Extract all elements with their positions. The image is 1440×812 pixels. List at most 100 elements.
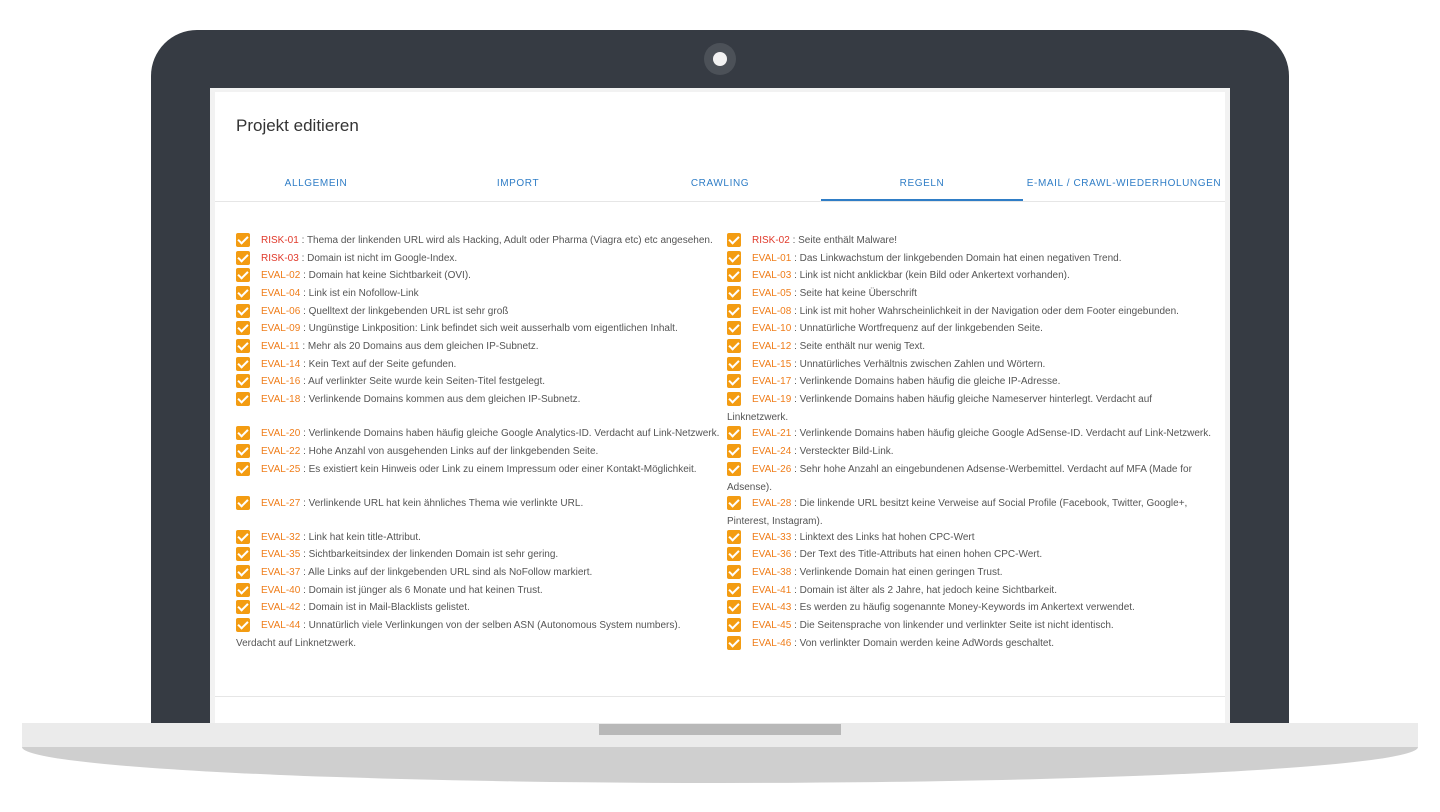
- rule-code: EVAL-24: [752, 446, 792, 457]
- rule-description: : Thema der linkenden URL wird als Hacki…: [298, 235, 713, 246]
- rule-checkbox[interactable]: [727, 530, 741, 544]
- rule-checkbox[interactable]: [727, 444, 741, 458]
- tab-allgemein[interactable]: ALLGEMEIN: [215, 170, 417, 199]
- rule-checkbox[interactable]: [236, 462, 250, 476]
- rule-code: EVAL-28: [752, 498, 792, 509]
- rule-description: : Verlinkende Domains haben häufig gleic…: [300, 428, 720, 439]
- rule-text: EVAL-33 : Linktext des Links hat hohen C…: [752, 529, 1222, 547]
- rule-checkbox[interactable]: [236, 426, 250, 440]
- rule-checkbox[interactable]: [727, 321, 741, 335]
- rule-checkbox[interactable]: [236, 530, 250, 544]
- rule-code: EVAL-20: [261, 428, 301, 439]
- rule-checkbox[interactable]: [727, 496, 741, 510]
- rule-text: EVAL-41 : Domain ist älter als 2 Jahre, …: [752, 582, 1222, 600]
- rule-checkbox[interactable]: [727, 392, 741, 406]
- rule-description: : Sichtbarkeitsindex der linkenden Domai…: [300, 549, 559, 560]
- rule-checkbox[interactable]: [236, 583, 250, 597]
- rule-description: : Von verlinkter Domain werden keine AdW…: [791, 638, 1055, 649]
- rule-code: EVAL-12: [752, 341, 792, 352]
- rule-checkbox[interactable]: [727, 600, 741, 614]
- rule-checkbox[interactable]: [236, 268, 250, 282]
- rule-code: EVAL-19: [752, 394, 792, 405]
- rule-checkbox[interactable]: [727, 426, 741, 440]
- rule-checkbox[interactable]: [727, 565, 741, 579]
- rule-description: : Verlinkende URL hat kein ähnliches The…: [300, 498, 584, 509]
- rule-description: : Versteckter Bild-Link.: [791, 446, 894, 457]
- rule-checkbox[interactable]: [236, 251, 250, 265]
- rule-description: : Verlinkende Domains haben häufig gleic…: [791, 394, 1153, 405]
- tab-email-crawl-wiederholungen[interactable]: E-MAIL / CRAWL-WIEDERHOLUNGEN: [1023, 170, 1225, 199]
- rule-checkbox[interactable]: [236, 357, 250, 371]
- rule-checkbox[interactable]: [727, 357, 741, 371]
- rule-checkbox[interactable]: [236, 321, 250, 335]
- laptop-screen: Projekt editieren ALLGEMEIN IMPORT CRAWL…: [210, 88, 1230, 724]
- rule-code: EVAL-43: [752, 602, 792, 613]
- rule-checkbox[interactable]: [727, 286, 741, 300]
- rule-checkbox[interactable]: [727, 374, 741, 388]
- rule-text: EVAL-09 : Ungünstige Linkposition: Link …: [261, 320, 731, 338]
- rule-description: : Verlinkende Domain hat einen geringen …: [791, 567, 1003, 578]
- rule-description: : Die linkende URL besitzt keine Verweis…: [791, 498, 1188, 509]
- rule-description: : Seite enthält nur wenig Text.: [791, 341, 926, 352]
- rule-checkbox[interactable]: [236, 565, 250, 579]
- rule-code: EVAL-22: [261, 446, 301, 457]
- rule-code: EVAL-38: [752, 567, 792, 578]
- rule-description: : Der Text des Title-Attributs hat einen…: [791, 549, 1043, 560]
- rule-code: EVAL-21: [752, 428, 792, 439]
- rule-checkbox[interactable]: [236, 618, 250, 632]
- rule-checkbox[interactable]: [236, 444, 250, 458]
- rule-checkbox[interactable]: [727, 547, 741, 561]
- rule-text: EVAL-06 : Quelltext der linkgebenden URL…: [261, 303, 731, 321]
- rule-text: EVAL-19 : Verlinkende Domains haben häuf…: [727, 391, 1222, 426]
- rule-code: RISK-01: [261, 235, 299, 246]
- rule-checkbox[interactable]: [236, 304, 250, 318]
- rule-description-continued: Verdacht auf Linknetzwerk.: [236, 637, 357, 649]
- rule-checkbox[interactable]: [727, 251, 741, 265]
- rule-checkbox[interactable]: [727, 583, 741, 597]
- rule-code: EVAL-33: [752, 532, 792, 543]
- rule-checkbox[interactable]: [727, 339, 741, 353]
- rule-description-continued: Linknetzwerk.: [727, 411, 789, 423]
- tab-regeln[interactable]: REGELN: [821, 170, 1023, 201]
- rule-checkbox[interactable]: [236, 374, 250, 388]
- rule-description: : Domain ist älter als 2 Jahre, hat jedo…: [791, 585, 1057, 596]
- rule-checkbox[interactable]: [727, 268, 741, 282]
- rule-description: : Unnatürlich viele Verlinkungen von der…: [300, 620, 681, 631]
- rule-code: EVAL-45: [752, 620, 792, 631]
- rule-checkbox[interactable]: [727, 618, 741, 632]
- rule-checkbox[interactable]: [236, 392, 250, 406]
- rule-text: EVAL-04 : Link ist ein Nofollow-Link: [261, 285, 731, 303]
- rule-checkbox[interactable]: [236, 600, 250, 614]
- rule-text: EVAL-12 : Seite enthält nur wenig Text.: [752, 338, 1222, 356]
- laptop-base: [22, 747, 1418, 783]
- rule-description: : Kein Text auf der Seite gefunden.: [300, 359, 457, 370]
- rule-description: : Quelltext der linkgebenden URL ist seh…: [300, 306, 509, 317]
- rule-checkbox[interactable]: [236, 233, 250, 247]
- rule-text: EVAL-27 : Verlinkende URL hat kein ähnli…: [261, 495, 731, 513]
- rule-description: : Link hat kein title-Attribut.: [300, 532, 421, 543]
- rule-checkbox[interactable]: [727, 636, 741, 650]
- rule-checkbox[interactable]: [236, 286, 250, 300]
- rule-code: EVAL-42: [261, 602, 301, 613]
- rule-description-continued: Adsense).: [727, 481, 773, 493]
- rule-checkbox[interactable]: [727, 304, 741, 318]
- rule-description: : Link ist nicht anklickbar (kein Bild o…: [791, 270, 1070, 281]
- rule-code: EVAL-40: [261, 585, 301, 596]
- rule-text: EVAL-42 : Domain ist in Mail-Blacklists …: [261, 599, 731, 617]
- page-title: Projekt editieren: [236, 116, 359, 135]
- rule-code: EVAL-41: [752, 585, 792, 596]
- rule-checkbox[interactable]: [727, 233, 741, 247]
- tab-crawling[interactable]: CRAWLING: [619, 170, 821, 199]
- rule-checkbox[interactable]: [236, 547, 250, 561]
- laptop-hinge-notch: [599, 724, 841, 735]
- rule-code: EVAL-03: [752, 270, 792, 281]
- rule-checkbox[interactable]: [727, 462, 741, 476]
- tab-import[interactable]: IMPORT: [417, 170, 619, 199]
- rule-text: EVAL-22 : Hohe Anzahl von ausgehenden Li…: [261, 443, 731, 461]
- rule-text: RISK-02 : Seite enthält Malware!: [752, 232, 1222, 250]
- rule-description: : Hohe Anzahl von ausgehenden Links auf …: [300, 446, 599, 457]
- rule-text: EVAL-44 : Unnatürlich viele Verlinkungen…: [236, 617, 731, 652]
- rule-checkbox[interactable]: [236, 339, 250, 353]
- rule-checkbox[interactable]: [236, 496, 250, 510]
- rule-description: : Domain ist jünger als 6 Monate und hat…: [300, 585, 543, 596]
